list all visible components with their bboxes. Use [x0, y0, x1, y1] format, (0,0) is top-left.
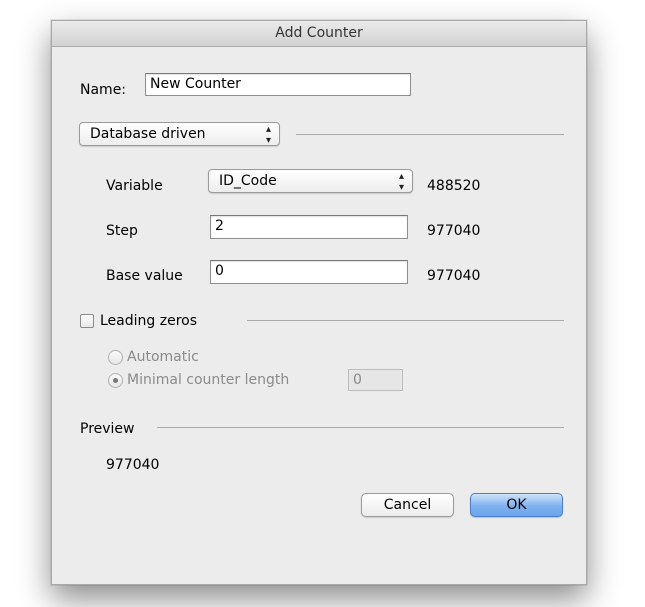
- automatic-radio[interactable]: [108, 350, 123, 365]
- step-field[interactable]: 2: [210, 215, 408, 239]
- base-value-label: Base value: [106, 268, 183, 284]
- minimal-length-label: Minimal counter length: [127, 372, 290, 388]
- step-label: Step: [106, 223, 138, 239]
- minimal-length-field[interactable]: 0: [348, 369, 403, 391]
- add-counter-dialog: Add Counter Name: New Counter Database d…: [51, 20, 587, 585]
- preview-divider: [157, 427, 564, 428]
- variable-value: ID_Code: [219, 173, 277, 189]
- step-result: 977040: [427, 223, 481, 239]
- preview-label: Preview: [80, 421, 135, 437]
- base-value-result: 977040: [427, 268, 481, 284]
- section-divider: [296, 134, 564, 135]
- variable-popup[interactable]: ID_Code ▴ ▾: [208, 169, 413, 193]
- radio-selected-dot: [113, 378, 118, 383]
- variable-result: 488520: [427, 178, 481, 194]
- leading-zeros-divider: [247, 320, 564, 321]
- variable-label: Variable: [106, 178, 163, 194]
- base-value-field[interactable]: 0: [210, 260, 408, 284]
- preview-value: 977040: [106, 457, 160, 473]
- automatic-label: Automatic: [127, 349, 199, 365]
- leading-zeros-checkbox[interactable]: [80, 314, 94, 328]
- cancel-button[interactable]: Cancel: [361, 493, 454, 517]
- leading-zeros-label: Leading zeros: [100, 313, 198, 329]
- popup-arrows-icon: ▴ ▾: [265, 124, 271, 146]
- ok-button[interactable]: OK: [470, 493, 563, 517]
- name-field[interactable]: New Counter: [145, 73, 411, 96]
- name-label: Name:: [80, 82, 127, 98]
- source-type-popup[interactable]: Database driven ▴ ▾: [79, 122, 280, 146]
- window-title: Add Counter: [52, 21, 586, 47]
- popup-arrows-icon: ▴ ▾: [398, 171, 404, 193]
- minimal-length-radio[interactable]: [108, 373, 123, 388]
- source-type-value: Database driven: [90, 126, 206, 142]
